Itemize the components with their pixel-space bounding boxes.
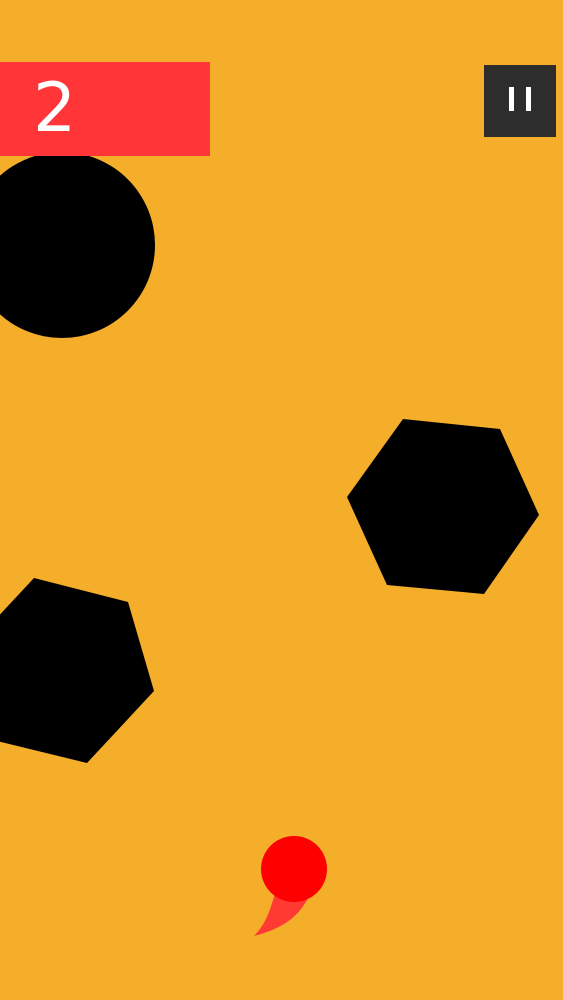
pause-button[interactable] xyxy=(484,65,556,137)
score-value: 2 xyxy=(33,69,78,148)
pause-icon xyxy=(503,87,537,115)
score-panel: 2 xyxy=(0,62,210,156)
player-ball xyxy=(261,836,327,902)
